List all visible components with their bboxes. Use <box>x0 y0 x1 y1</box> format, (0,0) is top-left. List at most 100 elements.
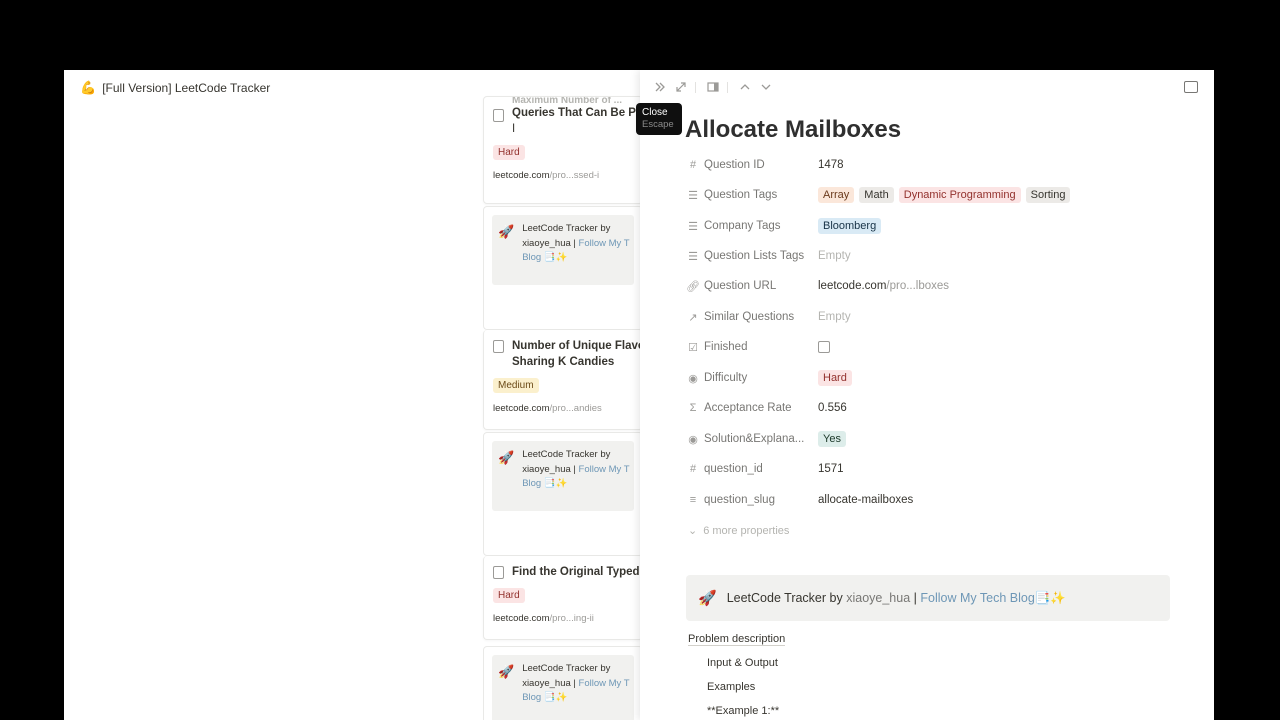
expand-icon[interactable] <box>674 80 688 94</box>
select-icon: ◉ <box>688 433 698 446</box>
link-icon: 🔗︎ <box>686 280 700 293</box>
callout-link-cont[interactable]: Blog 📑✨ <box>522 691 629 706</box>
chevron-up-icon[interactable] <box>738 80 752 94</box>
toolbar-divider <box>695 82 696 93</box>
url-domain[interactable]: leetcode.com <box>818 280 886 292</box>
property-question-id[interactable]: # Question ID 1478 <box>686 153 1206 177</box>
property-acceptance-rate[interactable]: Σ Acceptance Rate 0.556 <box>686 396 1206 420</box>
callout-link-cont[interactable]: Blog 📑✨ <box>522 477 629 492</box>
card-title-line: Sharing K Candies <box>512 356 615 368</box>
property-company-tags[interactable]: ☰ Company Tags Bloomberg <box>686 214 1206 238</box>
property-question-tags[interactable]: ☰ Question Tags Array Math Dynamic Progra… <box>686 183 1206 207</box>
gallery-card[interactable]: Find the Original Typed S Hard leetcode.… <box>483 556 643 640</box>
tooltip-label: Close <box>642 107 668 118</box>
toc-example-1[interactable]: **Example 1:** <box>707 705 779 717</box>
callout-link[interactable]: Follow My T <box>579 678 630 689</box>
property-value[interactable]: 1478 <box>818 159 844 171</box>
peek-mode-icon[interactable] <box>706 80 720 94</box>
app-window: 💪 [Full Version] LeetCode Tracker Maximu… <box>64 70 1214 720</box>
card-title-line: Number of Unique Flavo <box>512 340 643 352</box>
gallery-card-callout[interactable]: 🚀 LeetCode Tracker by xiaoye_hua | Follo… <box>483 206 643 330</box>
toc-input-output[interactable]: Input & Output <box>707 657 778 669</box>
difficulty-tag: Hard <box>493 145 525 160</box>
difficulty-tag: Hard <box>493 588 525 603</box>
card-title-line: Find the Original Typed S <box>512 566 643 578</box>
callout-separator: | <box>910 591 921 605</box>
callout-link-cont[interactable]: Blog 📑✨ <box>522 251 629 266</box>
property-value[interactable]: allocate-mailboxes <box>818 494 913 506</box>
close-peek-icon[interactable] <box>653 80 667 94</box>
chevron-down-icon: ⌄ <box>688 525 698 537</box>
number-icon: # <box>689 463 697 475</box>
toc-problem-description[interactable]: Problem description <box>688 633 786 646</box>
callout-link[interactable]: Follow My T <box>579 464 630 475</box>
card-title-line: Queries That Can Be Pr <box>512 107 641 119</box>
callout-text: LeetCode Tracker by <box>726 591 843 605</box>
difficulty-tag: Medium <box>493 378 539 393</box>
card-title-line: I <box>512 123 516 135</box>
callout-author: xiaoye_hua | <box>522 677 579 689</box>
finished-checkbox[interactable] <box>818 341 830 353</box>
tag-math: Math <box>859 187 894 203</box>
callout-emoji: 📑✨ <box>1034 590 1066 605</box>
text-icon: ≡ <box>689 494 697 506</box>
property-value[interactable]: 0.556 <box>818 402 847 414</box>
property-finished[interactable]: ☑ Finished <box>686 335 1206 359</box>
gallery-card[interactable]: Number of Unique Flavo Sharing K Candies… <box>483 330 643 430</box>
page-icon <box>493 566 504 579</box>
tag-bloomberg: Bloomberg <box>818 218 882 234</box>
page-icon <box>493 109 504 122</box>
list-icon: ☰ <box>688 220 698 233</box>
property-question-id-2[interactable]: # question_id 1571 <box>686 457 1206 481</box>
property-question-slug[interactable]: ≡ question_slug allocate-mailboxes <box>686 488 1206 512</box>
callout-author: xiaoye_hua <box>846 591 911 605</box>
callout-box: 🚀 LeetCode Tracker by xiaoye_hua | Follo… <box>492 215 634 285</box>
flexed-biceps-icon: 💪 <box>80 80 97 95</box>
callout-text: LeetCode Tracker by <box>522 663 611 674</box>
url-path[interactable]: /pro...lboxes <box>886 280 949 292</box>
comment-icon[interactable] <box>1184 81 1198 93</box>
page-title-breadcrumb[interactable]: [Full Version] LeetCode Tracker <box>102 81 270 95</box>
page-title[interactable]: Allocate Mailboxes <box>685 116 901 144</box>
difficulty-tag: Hard <box>818 370 852 386</box>
property-difficulty[interactable]: ◉ Difficulty Hard <box>686 366 1206 390</box>
blog-link[interactable]: Follow My Tech Blog <box>920 591 1034 605</box>
tag-sorting: Sorting <box>1025 187 1071 203</box>
toc-examples[interactable]: Examples <box>707 681 755 693</box>
card-url[interactable]: leetcode.com/pro...ing-ii <box>484 603 642 632</box>
card-url[interactable]: leetcode.com/pro...ssed-i <box>484 160 642 189</box>
chevron-down-icon[interactable] <box>759 80 773 94</box>
property-similar-questions[interactable]: ↗ Similar Questions Empty <box>686 305 1206 329</box>
callout-link[interactable]: Follow My T <box>579 238 630 249</box>
callout-box: 🚀 LeetCode Tracker by xiaoye_hua | Follo… <box>492 441 634 511</box>
property-solution[interactable]: ◉ Solution&Explana... Yes <box>686 427 1206 451</box>
list-icon: ☰ <box>688 189 698 202</box>
select-icon: ◉ <box>688 372 698 385</box>
rocket-icon: 🚀 <box>498 450 515 465</box>
tag-dynamic-programming: Dynamic Programming <box>898 187 1021 203</box>
property-value-empty[interactable]: Empty <box>818 250 851 262</box>
property-question-url[interactable]: 🔗︎ Question URL leetcode.com/pro...lboxes <box>686 274 1206 298</box>
more-properties-toggle[interactable]: ⌄ 6 more properties <box>688 524 789 537</box>
peek-toolbar <box>640 70 1214 106</box>
gallery-card-callout[interactable]: 🚀 LeetCode Tracker by xiaoye_hua | Follo… <box>483 646 643 720</box>
rocket-icon: 🚀 <box>498 224 515 239</box>
callout-text: LeetCode Tracker by <box>522 449 611 460</box>
property-value-empty[interactable]: Empty <box>818 311 851 323</box>
toolbar-divider <box>727 82 728 93</box>
solution-tag: Yes <box>818 431 846 447</box>
tracker-callout: 🚀 LeetCode Tracker by xiaoye_hua | Follo… <box>686 575 1170 621</box>
card-title-partial: Maximum Number of ... <box>512 97 623 105</box>
gallery-card-callout[interactable]: 🚀 LeetCode Tracker by xiaoye_hua | Follo… <box>483 432 643 556</box>
callout-text: LeetCode Tracker by <box>522 223 611 234</box>
card-url[interactable]: leetcode.com/pro...andies <box>484 393 642 422</box>
checkbox-icon: ☑ <box>688 341 698 354</box>
tooltip-shortcut: Escape <box>642 119 674 130</box>
close-tooltip: Close Escape <box>636 103 682 135</box>
property-question-lists-tags[interactable]: ☰ Question Lists Tags Empty <box>686 244 1206 268</box>
sigma-icon: Σ <box>689 402 697 414</box>
rocket-icon: 🚀 <box>498 664 515 679</box>
property-value[interactable]: 1571 <box>818 463 844 475</box>
callout-author: xiaoye_hua | <box>522 463 579 475</box>
gallery-card[interactable]: Maximum Number of ... Queries That Can B… <box>483 96 643 204</box>
